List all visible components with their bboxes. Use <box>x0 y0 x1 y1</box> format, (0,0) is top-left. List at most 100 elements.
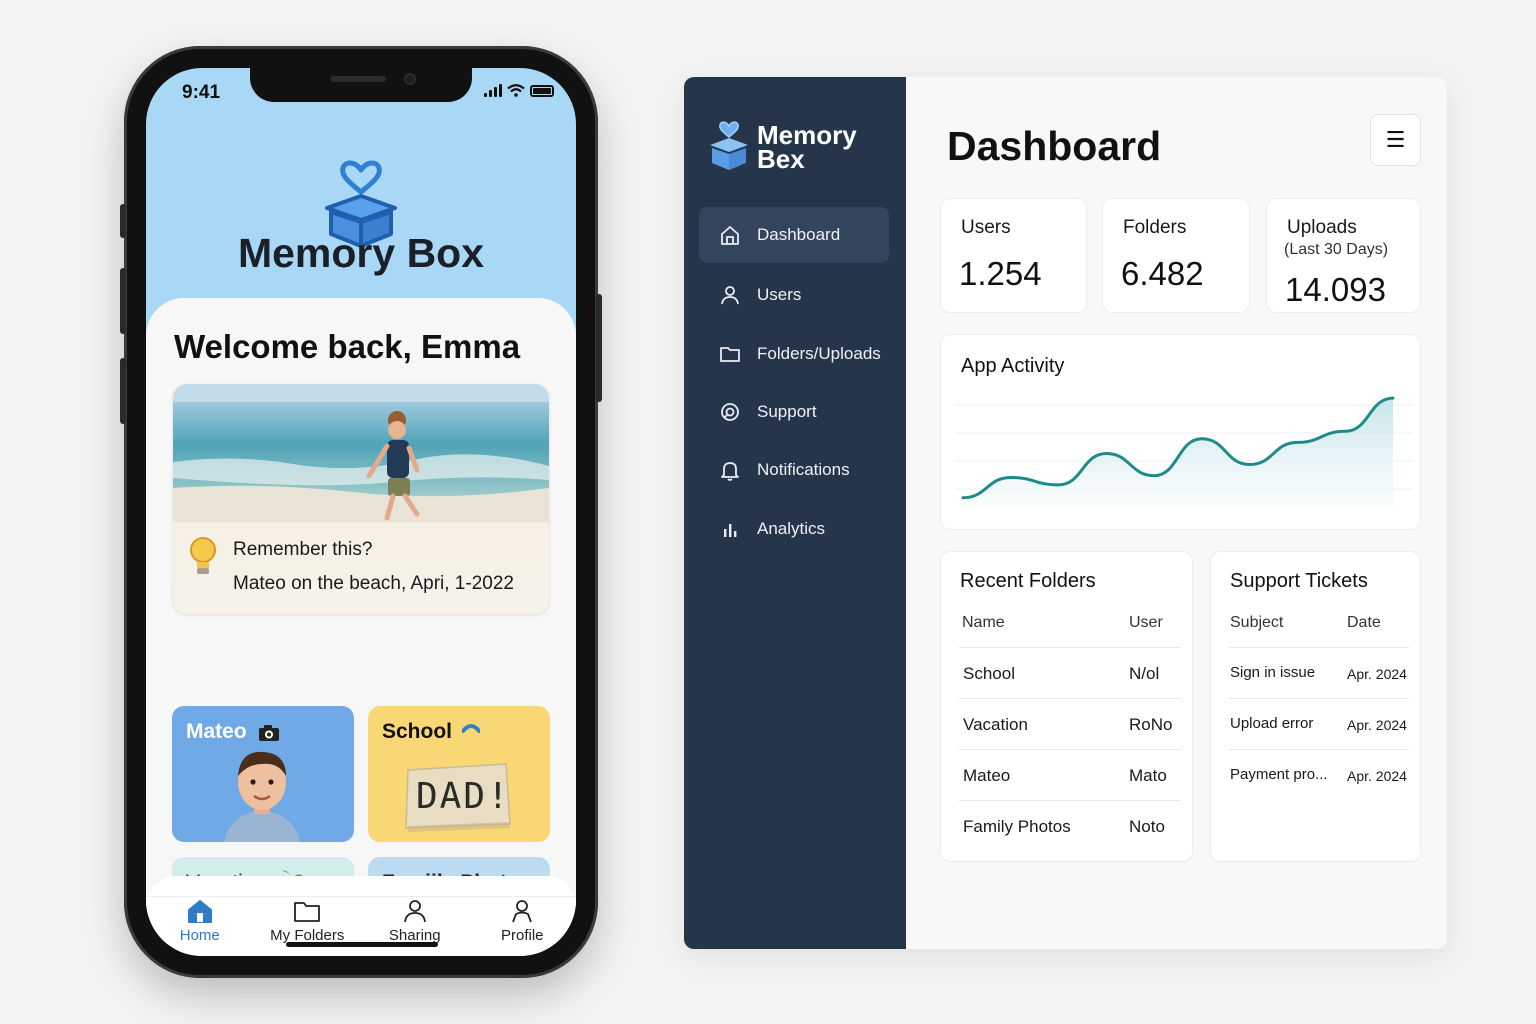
folder-name: Mateo <box>963 766 1011 785</box>
status-time: 9:41 <box>182 82 221 103</box>
stat-value: 1.254 <box>959 255 1042 292</box>
status-icons <box>484 84 554 97</box>
folder-user: RoNo <box>1129 715 1173 734</box>
sidebar-item-folders-uploads[interactable]: Folders/Uploads <box>699 326 889 382</box>
sidebar-item-analytics[interactable]: Analytics <box>699 501 889 557</box>
memory-title: Remember this? <box>233 539 373 560</box>
sidebar-item-notifications[interactable]: Notifications <box>699 442 889 498</box>
table-header: Name User <box>959 604 1181 648</box>
folder-icon <box>294 902 321 922</box>
ticket-subject: Sign in issue <box>1230 664 1316 681</box>
notch <box>250 68 472 102</box>
dad-note-text: DAD! <box>416 776 511 817</box>
wifi-icon <box>507 84 525 97</box>
folder-icon <box>720 347 740 362</box>
telephone-icon <box>462 724 480 733</box>
user-icon <box>403 900 426 923</box>
stat-value: 14.093 <box>1285 271 1386 308</box>
stat-card-uploads: Uploads (Last 30 Days) 14.093 <box>1266 198 1421 313</box>
tab-sharing[interactable]: Sharing <box>361 897 469 956</box>
recent-folders-card: Recent Folders Name User School N/ol Vac… <box>940 551 1193 862</box>
memory-caption-background <box>173 522 549 614</box>
ticket-date: Apr. 2024 <box>1347 666 1407 682</box>
folder-name: Vacation <box>963 715 1028 734</box>
sidebar-item-label: Notifications <box>757 460 850 479</box>
column-header: Subject <box>1230 614 1284 631</box>
brand-line-2: Bex <box>757 144 805 174</box>
table-row[interactable]: Vacation RoNo <box>959 699 1181 750</box>
sidebar-item-support[interactable]: Support <box>699 384 889 440</box>
stat-card-users: Users 1.254 <box>940 198 1087 313</box>
menu-button[interactable]: ☰ <box>1370 114 1421 166</box>
support-tickets-table: Subject Date Sign in issue Apr. 2024 Upl… <box>1229 604 1409 801</box>
table-header: Subject Date <box>1229 604 1409 648</box>
sidebar-item-label: Folders/Uploads <box>757 344 881 363</box>
welcome-heading: Welcome back, Emma <box>174 328 521 365</box>
lightbulb-icon <box>190 537 216 574</box>
power-button <box>596 294 602 402</box>
tab-home[interactable]: Home <box>146 897 254 956</box>
sidebar-item-label: Dashboard <box>757 225 841 244</box>
folder-tile-school[interactable]: School DAD! <box>368 706 550 842</box>
stat-sublabel: (Last 30 Days) <box>1284 241 1389 258</box>
app-activity-card: App Activity <box>940 334 1421 530</box>
folder-user: N/ol <box>1129 664 1160 683</box>
tab-label: Home <box>179 927 220 944</box>
folder-tile-mateo[interactable]: Mateo <box>172 706 354 842</box>
user-icon <box>721 286 739 305</box>
tab-profile[interactable]: Profile <box>469 897 577 956</box>
sidebar-item-label: Analytics <box>757 519 826 538</box>
signal-icon <box>484 84 502 97</box>
column-header: Name <box>962 614 1005 631</box>
battery-icon <box>530 85 554 97</box>
stat-card-folders: Folders 6.482 <box>1102 198 1250 313</box>
page-title: Dashboard <box>947 123 1162 169</box>
beach-photo <box>173 384 549 524</box>
bottom-tab-bar: Home My Folders Sharing Profile <box>146 896 576 956</box>
home-indicator <box>286 942 438 947</box>
support-icon <box>721 403 739 421</box>
support-tickets-card: Support Tickets Subject Date Sign in iss… <box>1210 551 1421 862</box>
sidebar-item-users[interactable]: Users <box>699 267 889 323</box>
table-row[interactable]: Family Photos Noto <box>959 801 1181 852</box>
sidebar: Memory Bex Dashboard Users Folders/Uploa… <box>684 77 906 949</box>
home-icon <box>187 900 212 923</box>
table-row[interactable]: Payment pro... Apr. 2024 <box>1229 750 1409 801</box>
app-title: Memory Box <box>237 230 485 276</box>
front-camera <box>404 73 416 85</box>
phone-frame: 9:41 Memory Box Welcome back, Emma Remem… <box>120 46 602 978</box>
ticket-subject: Payment pro... <box>1230 766 1328 783</box>
bar-chart-icon <box>724 524 737 537</box>
tab-my-folders[interactable]: My Folders <box>254 897 362 956</box>
table-row[interactable]: Mateo Mato <box>959 750 1181 801</box>
stat-value: 6.482 <box>1121 255 1204 292</box>
folder-name: School <box>963 664 1015 683</box>
panel-title: Recent Folders <box>960 570 1096 592</box>
user-icon <box>512 900 533 923</box>
volume-up-button <box>120 268 126 334</box>
stat-label: Folders <box>1123 217 1187 238</box>
folder-tile-label: School <box>382 720 453 743</box>
sidebar-item-label: Users <box>757 285 802 304</box>
app-activity-chart <box>955 396 1413 507</box>
panel-title: Support Tickets <box>1230 570 1368 592</box>
table-row[interactable]: School N/ol <box>959 648 1181 699</box>
folder-tile-label: Mateo <box>186 720 247 743</box>
volume-down-button <box>120 358 126 424</box>
camera-icon <box>259 725 279 741</box>
table-row[interactable]: Sign in issue Apr. 2024 <box>1229 648 1409 699</box>
memory-card[interactable]: Remember this? Mateo on the beach, Apri,… <box>173 384 549 614</box>
ticket-subject: Upload error <box>1230 715 1314 732</box>
memory-subtitle: Mateo on the beach, Apri, 1-2022 <box>233 573 514 594</box>
mute-switch <box>120 204 126 238</box>
folder-user: Mato <box>1129 766 1167 785</box>
bell-icon <box>721 462 739 481</box>
home-icon <box>721 226 739 245</box>
chart-area-fill <box>963 398 1393 507</box>
tab-label: Profile <box>500 927 544 944</box>
brand-name: Memory Bex <box>757 122 857 174</box>
sidebar-item-dashboard[interactable]: Dashboard <box>699 207 889 263</box>
folder-name: Family Photos <box>963 817 1071 836</box>
table-row[interactable]: Upload error Apr. 2024 <box>1229 699 1409 750</box>
ticket-date: Apr. 2024 <box>1347 717 1407 733</box>
